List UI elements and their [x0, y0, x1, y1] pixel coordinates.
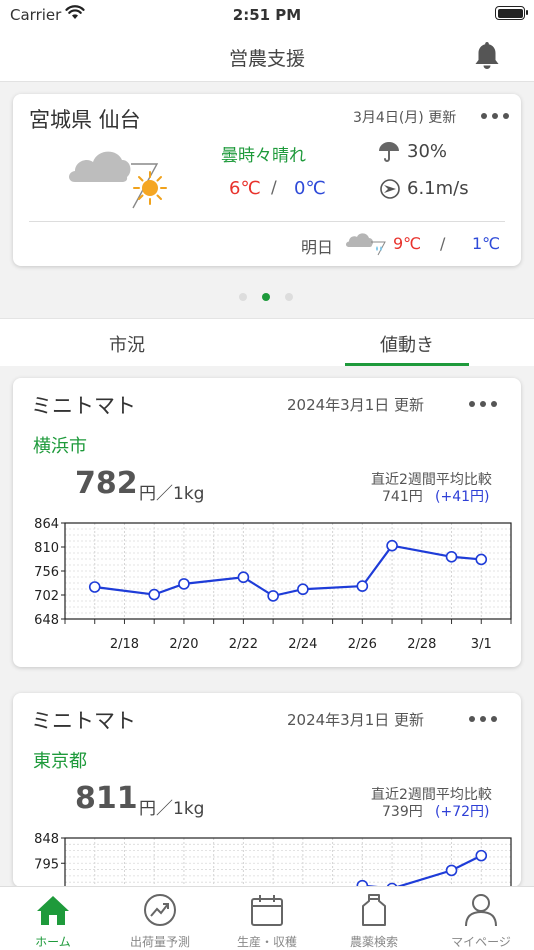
weather-condition: 曇時々晴れ	[221, 146, 306, 166]
y-tick-label: 702	[34, 589, 59, 604]
more-icon[interactable]	[469, 401, 497, 407]
wind-direction-icon	[379, 178, 401, 204]
weather-updated: 3月4日(月) 更新	[353, 110, 457, 126]
y-tick-label: 810	[34, 541, 59, 556]
x-tick-label: 2/18	[110, 637, 139, 652]
tabbar-mypage[interactable]: マイページ	[428, 893, 534, 950]
price-card[interactable]: ミニトマト 2024年3月1日 更新 横浜市 782 円／1kg 直近2週間平均…	[13, 378, 521, 667]
tomorrow-high-temp: 9℃	[393, 234, 422, 253]
page-indicator[interactable]	[239, 293, 293, 301]
data-point	[88, 581, 101, 593]
price-value: 782	[75, 466, 138, 501]
data-point	[386, 539, 398, 552]
tabbar-label: ホーム	[35, 935, 71, 949]
series-line	[94, 544, 482, 598]
market-city: 横浜市	[33, 436, 87, 457]
page-dot[interactable]	[285, 293, 293, 301]
data-point	[237, 571, 250, 584]
y-tick-label: 848	[34, 833, 59, 847]
cloud-sun-icon	[65, 142, 175, 216]
x-tick-label: 2/24	[288, 637, 317, 652]
weather-card[interactable]: 宮城県 仙台 3月4日(月) 更新 曇時々晴れ 6℃ / 0℃ 30% 6.1m…	[13, 94, 521, 266]
weather-location: 宮城県 仙台	[29, 108, 141, 132]
price-line-chart: 864 810 756 702 648 2/18 2/20 2/22 2/24 2/26 2/28 3…	[34, 518, 512, 652]
clock: 2:51 PM	[232, 6, 302, 24]
temp-separator: /	[271, 178, 277, 198]
umbrella-icon	[377, 140, 401, 168]
data-point	[475, 553, 488, 566]
high-temp: 6℃	[229, 178, 261, 199]
tabbar-label: 農薬検索	[349, 935, 398, 949]
price-unit: 円／1kg	[139, 799, 205, 819]
tomorrow-low-temp: 1℃	[472, 234, 501, 253]
status-bar: Carrier 2:51 PM	[0, 0, 534, 30]
x-tick-label: 2/20	[169, 637, 198, 652]
cloud-rain-icon	[345, 232, 387, 260]
tab-selected-indicator	[345, 363, 469, 366]
data-point	[267, 590, 279, 602]
nav-bar: 営農支援	[0, 30, 534, 82]
market-city: 東京都	[33, 751, 87, 772]
data-point	[445, 550, 458, 563]
price-updated: 2024年3月1日 更新	[287, 711, 425, 729]
tab-market[interactable]: 市況	[67, 331, 187, 357]
y-tick-label: 795	[34, 857, 59, 872]
tabbar-home[interactable]: ホーム	[0, 893, 106, 950]
bottle-icon	[362, 894, 386, 926]
tomorrow-label: 明日	[301, 238, 334, 257]
x-tick-label: 2/26	[348, 637, 377, 652]
data-point	[445, 864, 458, 877]
tabbar-label: 生産・収穫	[236, 935, 297, 949]
product-name: ミニトマト	[31, 709, 136, 733]
page-title: 営農支援	[228, 48, 305, 70]
data-point	[356, 580, 369, 592]
y-tick-label: 756	[34, 565, 59, 580]
tabbar-label: マイページ	[451, 935, 511, 949]
segment-tabs: 市況 値動き	[0, 318, 534, 366]
product-name: ミニトマト	[31, 394, 136, 418]
bell-icon[interactable]	[470, 38, 504, 76]
price-difference: (+41円)	[435, 489, 490, 505]
price-difference: (+72円)	[435, 804, 490, 820]
plot-frame	[64, 837, 512, 887]
page-dot[interactable]	[239, 293, 247, 301]
low-temp: 0℃	[294, 178, 326, 199]
more-icon[interactable]	[469, 716, 497, 722]
price-value: 811	[75, 781, 138, 816]
tabbar-label: 出荷量予測	[129, 935, 190, 949]
x-tick-label: 2/28	[407, 637, 436, 652]
trend-up-icon	[144, 894, 176, 926]
price-line-chart: 848 795	[34, 833, 512, 887]
x-tick-label: 2/22	[229, 637, 258, 652]
price-unit: 円／1kg	[139, 484, 205, 504]
tabbar-production[interactable]: 生産・収穫	[214, 893, 320, 950]
person-icon	[465, 894, 497, 927]
tabbar-pesticide-search[interactable]: 農薬検索	[321, 893, 427, 950]
data-point	[178, 578, 190, 590]
plot-frame	[64, 522, 512, 620]
average-price: 741円	[382, 489, 423, 505]
rain-probability: 30%	[407, 141, 448, 162]
page-dot[interactable]	[262, 293, 270, 301]
bottom-tab-bar: ホーム 出荷量予測 生産・収穫 農薬検索 マイページ	[0, 886, 534, 950]
wind-speed: 6.1m/s	[407, 178, 469, 199]
divider	[29, 221, 505, 222]
average-price: 739円	[382, 804, 423, 820]
temp-separator: /	[440, 234, 446, 253]
home-icon	[37, 896, 69, 925]
price-updated: 2024年3月1日 更新	[287, 396, 425, 414]
calendar-icon	[251, 895, 283, 926]
price-card[interactable]: ミニトマト 2024年3月1日 更新 東京都 811 円／1kg 直近2週間平均…	[13, 693, 521, 887]
data-point	[148, 588, 160, 601]
x-tick-label: 3/1	[471, 637, 492, 652]
tabbar-forecast[interactable]: 出荷量予測	[107, 893, 213, 950]
tab-price-movement[interactable]: 値動き	[345, 331, 469, 357]
battery-icon	[495, 6, 528, 20]
y-tick-label: 648	[34, 613, 59, 628]
data-point	[475, 849, 488, 862]
more-icon[interactable]	[481, 113, 509, 119]
y-tick-label: 864	[34, 518, 59, 532]
data-point	[297, 583, 309, 596]
